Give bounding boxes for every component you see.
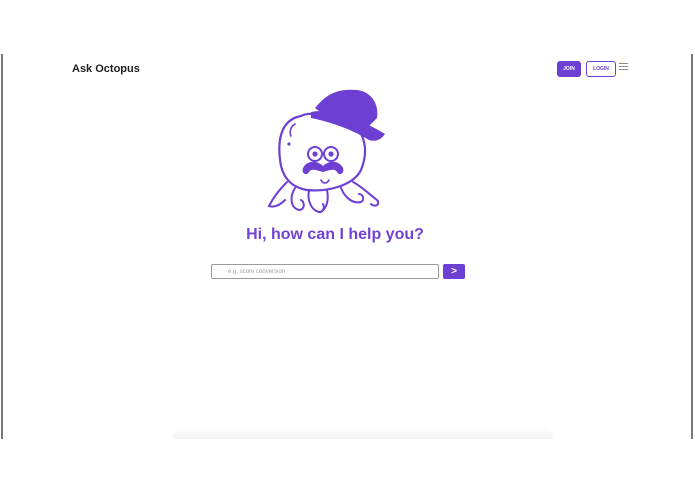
search-submit-button[interactable]: > <box>443 264 465 279</box>
join-button[interactable]: JOIN <box>557 61 581 77</box>
bottom-panel-shadow <box>173 426 553 439</box>
search-input[interactable] <box>211 264 439 279</box>
hamburger-menu-icon[interactable] <box>619 63 628 70</box>
login-button[interactable]: LOGIN <box>586 61 616 77</box>
top-hat-icon <box>311 89 385 141</box>
octopus-mascot-icon <box>267 89 385 214</box>
brand-logo-text[interactable]: Ask Octopus <box>72 63 140 75</box>
screenshot-stage: Ask Octopus JOIN LOGIN Hi, how can I hel… <box>0 0 695 494</box>
app-window: Ask Octopus JOIN LOGIN Hi, how can I hel… <box>1 54 693 439</box>
greeting-heading: Hi, how can I help you? <box>246 226 424 243</box>
